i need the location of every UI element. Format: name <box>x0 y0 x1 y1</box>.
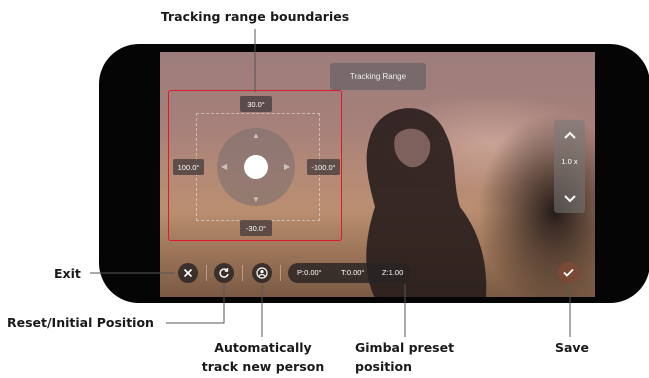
bottom-bound-tag[interactable]: -30.0° <box>240 220 272 236</box>
tracking-range-label: Tracking Range <box>330 63 426 90</box>
annotation-auto-track-line1: Automatically <box>214 340 312 355</box>
zoom-control: 1.0 x <box>554 120 585 213</box>
chevron-up-icon <box>563 131 576 139</box>
close-icon <box>183 268 193 278</box>
annotation-gimbal-preset-line1: Gimbal preset <box>355 340 455 355</box>
left-bound-tag[interactable]: 100.0° <box>173 159 204 175</box>
annotation-save: Save <box>554 340 590 355</box>
zoom-value: 1.0 x <box>561 157 578 166</box>
right-bound-tag[interactable]: -100.0° <box>307 159 340 175</box>
joystick-down-arrow-icon: ▼ <box>252 195 260 204</box>
chevron-down-icon <box>563 194 576 202</box>
toolbar-divider <box>280 265 281 281</box>
annotation-exit: Exit <box>54 266 81 281</box>
joystick-left-arrow-icon: ◀ <box>221 162 228 171</box>
top-bound-tag[interactable]: 30.0° <box>240 96 272 112</box>
zoom-in-button[interactable] <box>554 120 585 149</box>
joystick-right-arrow-icon: ▶ <box>284 162 291 171</box>
annotation-tracking-range-boundaries: Tracking range boundaries <box>160 9 350 24</box>
rotate-reset-icon <box>219 268 229 278</box>
pan-value: P:0.00° <box>297 268 322 277</box>
zoom-preset-value: Z:1.00 <box>382 268 404 277</box>
check-icon <box>563 268 574 277</box>
tilt-value: T:0.00° <box>341 268 365 277</box>
toolbar-divider <box>206 265 207 281</box>
joystick-knob[interactable] <box>244 155 268 179</box>
gimbal-preset-position[interactable]: P:0.00° T:0.00° Z:1.00 <box>288 263 411 283</box>
camera-preview: Tracking Range ▲ ▼ ◀ ▶ 30.0° -30.0° 100.… <box>160 52 595 297</box>
toolbar-divider <box>242 265 243 281</box>
reset-position-button[interactable] <box>214 263 234 283</box>
exit-button[interactable] <box>178 263 198 283</box>
annotation-gimbal-preset-line2: position <box>355 359 413 374</box>
person-track-icon <box>256 267 268 279</box>
joystick-up-arrow-icon: ▲ <box>252 131 260 140</box>
save-button[interactable] <box>558 262 579 283</box>
auto-track-button[interactable] <box>252 263 272 283</box>
zoom-out-button[interactable] <box>554 184 585 213</box>
annotation-auto-track-line2: track new person <box>201 359 325 374</box>
annotation-reset-initial-position: Reset/Initial Position <box>7 315 154 330</box>
